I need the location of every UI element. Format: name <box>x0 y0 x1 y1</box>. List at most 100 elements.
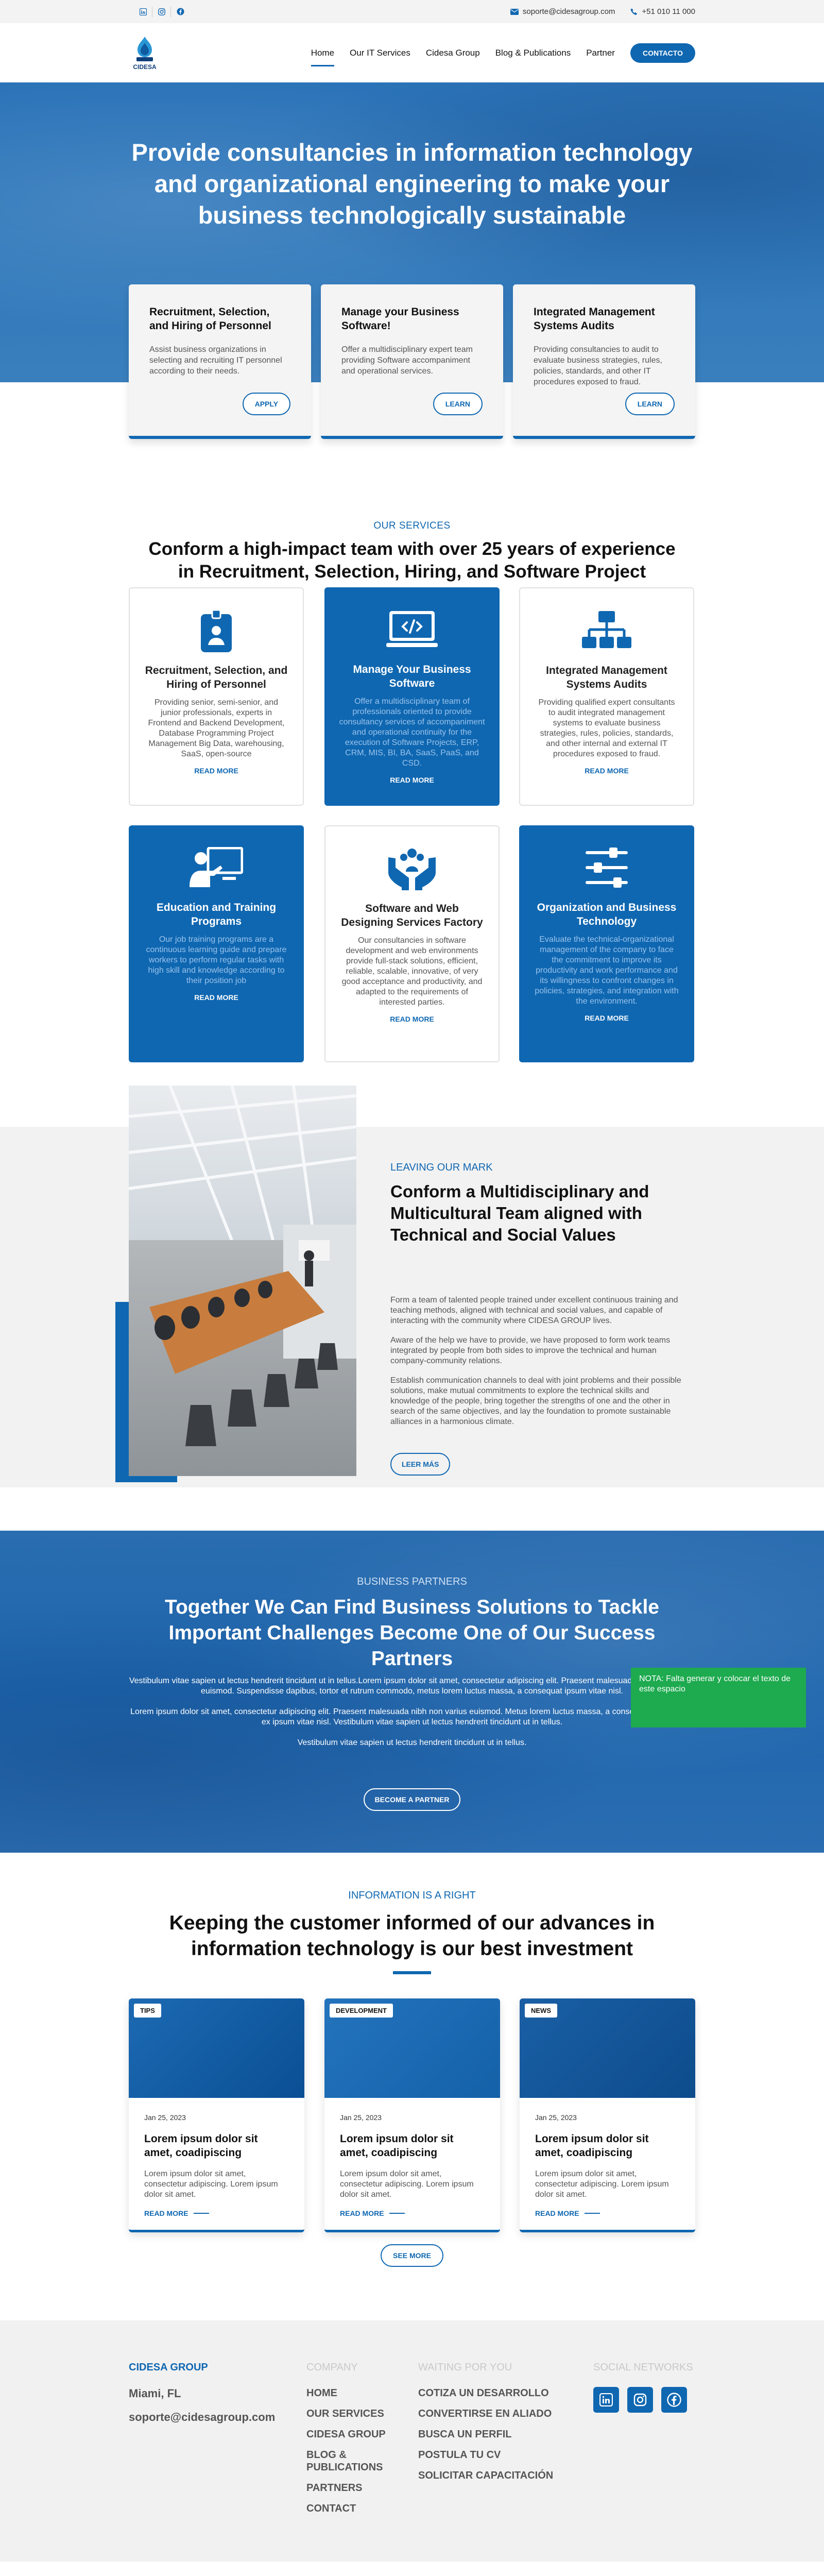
service-title: Education and Training Programs <box>156 902 277 927</box>
read-more-link[interactable]: READ MORE <box>535 767 679 775</box>
tag-badge: DEVELOPMENT <box>330 2004 393 2018</box>
nav-home[interactable]: Home <box>311 48 335 66</box>
email-link[interactable]: soporte@cidesagroup.com <box>510 7 615 16</box>
service-title: Manage Your Business Software <box>353 664 471 689</box>
service-title: Organization and Business Technology <box>537 902 677 927</box>
partners-section: BUSINESS PARTNERS Together We Can Find B… <box>0 1531 824 1853</box>
sliders-icon <box>534 844 680 891</box>
read-more-link[interactable]: READ MORE <box>143 993 289 1002</box>
mark-paragraph: Establish communication channels to deal… <box>390 1376 681 1426</box>
facebook-icon[interactable] <box>171 7 190 17</box>
linkedin-icon[interactable] <box>134 6 152 17</box>
footer-link[interactable]: SOLICITAR CAPACITACIÓN <box>418 2469 553 2482</box>
footer-link[interactable]: HOME <box>306 2387 399 2399</box>
see-more-button[interactable]: SEE MORE <box>381 2244 443 2267</box>
partners-kicker: BUSINESS PARTNERS <box>357 1576 467 1587</box>
post-date: Jan 25, 2023 <box>144 2113 186 2122</box>
post-excerpt: Lorem ipsum dolor sit amet, consectetur … <box>340 2170 474 2199</box>
become-partner-button[interactable]: BECOME A PARTNER <box>363 1788 461 1811</box>
service-text: Offer a multidisciplinary team of profes… <box>339 697 485 768</box>
phone-link[interactable]: +51 010 11 000 <box>630 7 695 16</box>
footer-link[interactable]: BUSCA UN PERFIL <box>418 2428 553 2441</box>
contact-button[interactable]: CONTACTO <box>630 43 695 63</box>
footer-link[interactable]: CIDESA GROUP <box>306 2428 399 2441</box>
footer-link[interactable]: PARTNERS <box>306 2482 399 2494</box>
read-more-link[interactable]: READ MORE <box>340 1015 484 1023</box>
info-kicker: INFORMATION IS A RIGHT <box>348 1890 476 1901</box>
footer-company: COMPANY HOME OUR SERVICES CIDESA GROUP B… <box>306 2362 399 2523</box>
read-more-link[interactable]: READ MORE <box>144 767 288 775</box>
code-monitor-icon <box>339 606 485 653</box>
hero-card-text: Offer a multidisciplinary expert team pr… <box>341 345 473 376</box>
sitemap-icon <box>535 607 679 654</box>
linkedin-icon[interactable] <box>593 2387 619 2413</box>
post-date: Jan 25, 2023 <box>340 2113 382 2122</box>
post-title: Lorem ipsum dolor sit amet, coadipiscing <box>340 2133 454 2159</box>
service-text: Our job training programs are a continuo… <box>146 935 287 985</box>
hero-card-title: Manage your Business Software! <box>341 306 459 332</box>
social-icons <box>593 2387 693 2413</box>
footer-link[interactable]: OUR SERVICES <box>306 2408 399 2420</box>
read-more-link[interactable]: READ MORE <box>535 2209 680 2217</box>
instagram-icon[interactable] <box>152 6 171 17</box>
service-text: Providing senior, semi-senior, and junio… <box>148 698 285 758</box>
footer-link[interactable]: POSTULA TU CV <box>418 2449 553 2461</box>
nav-cidesa-group[interactable]: Cidesa Group <box>426 48 480 58</box>
blog-card[interactable]: NEWS Jan 25, 2023 Lorem ipsum dolor sit … <box>520 1998 695 2232</box>
footer-link[interactable]: CONTACT <box>306 2502 399 2515</box>
post-title: Lorem ipsum dolor sit amet, coadipiscing <box>535 2133 649 2159</box>
site-footer: CIDESA GROUP Miami, FL soporte@cidesagro… <box>0 2320 824 2562</box>
read-more-link[interactable]: READ MORE <box>339 776 485 784</box>
footer-waiting-heading: WAITING POR YOU <box>418 2362 512 2373</box>
nav-partner[interactable]: Partner <box>586 48 615 58</box>
read-more-link[interactable]: READ MORE <box>534 1014 680 1022</box>
partners-paragraph: Vestibulum vitae sapien ut lectus hendre… <box>129 1676 695 1696</box>
read-more-link[interactable]: READ MORE <box>340 2209 485 2217</box>
footer-location: Miami, FL <box>129 2387 181 2400</box>
services-section: OUR SERVICES Conform a high-impact team … <box>0 382 824 1086</box>
facebook-icon[interactable] <box>661 2387 687 2413</box>
service-text: Evaluate the technical-organizational ma… <box>535 935 679 1006</box>
leaving-mark-section: LEAVING OUR MARK Conform a Multidiscipli… <box>0 1086 824 1487</box>
service-title: Recruitment, Selection, and Hiring of Pe… <box>145 665 288 690</box>
post-title: Lorem ipsum dolor sit amet, coadipiscing <box>144 2133 258 2159</box>
service-card: Integrated Management Systems Audits Pro… <box>519 587 694 806</box>
service-text: Providing qualified expert consultants t… <box>538 698 675 758</box>
partners-paragraph: Vestibulum vitae sapien ut lectus hendre… <box>297 1738 527 1747</box>
tag-badge: NEWS <box>525 2004 557 2018</box>
service-card: Education and Training Programs Our job … <box>129 825 304 1062</box>
post-excerpt: Lorem ipsum dolor sit amet, consectetur … <box>535 2170 669 2199</box>
service-card: Recruitment, Selection, and Hiring of Pe… <box>129 587 304 806</box>
footer-link[interactable]: BLOG & PUBLICATIONS <box>306 2449 399 2473</box>
teacher-icon <box>143 844 289 891</box>
service-card: Software and Web Designing Services Fact… <box>324 825 500 1062</box>
line-icon <box>584 2213 600 2214</box>
footer-company-heading: COMPANY <box>306 2362 358 2373</box>
blog-card[interactable]: DEVELOPMENT Jan 25, 2023 Lorem ipsum dol… <box>324 1998 500 2232</box>
service-text: Our consultancies in software developmen… <box>341 936 483 1007</box>
mark-paragraph: Form a team of talented people trained u… <box>390 1296 678 1325</box>
service-title: Integrated Management Systems Audits <box>546 665 667 690</box>
logo[interactable]: CIDESA <box>129 36 161 71</box>
blog-card[interactable]: TIPS Jan 25, 2023 Lorem ipsum dolor sit … <box>129 1998 304 2232</box>
footer-link[interactable]: CONVERTIRSE EN ALIADO <box>418 2408 553 2420</box>
read-more-link[interactable]: READ MORE <box>144 2209 289 2217</box>
footer-email[interactable]: soporte@cidesagroup.com <box>129 2411 275 2424</box>
nav-it-services[interactable]: Our IT Services <box>350 48 410 58</box>
footer-link[interactable]: COTIZA UN DESARROLLO <box>418 2387 553 2399</box>
mark-paragraph: Aware of the help we have to provide, we… <box>390 1336 671 1365</box>
instagram-icon[interactable] <box>627 2387 653 2413</box>
nav-blog[interactable]: Blog & Publications <box>495 48 571 58</box>
hands-people-icon <box>340 845 484 892</box>
partners-paragraph: Lorem ipsum dolor sit amet, consectetur … <box>130 1707 694 1726</box>
top-bar: soporte@cidesagroup.com +51 010 11 000 <box>0 0 824 23</box>
partner-button-wrap: BECOME A PARTNER <box>0 1788 824 1811</box>
note-box: NOTA: Falta generar y colocar el texto d… <box>631 1668 806 1727</box>
hero-card-text: Providing consultancies to audit to eval… <box>534 345 662 386</box>
line-icon <box>389 2213 405 2214</box>
read-more-button[interactable]: LEER MÁS <box>390 1453 451 1476</box>
hero-card-text: Assist business organizations in selecti… <box>149 345 282 376</box>
main-nav: Home Our IT Services Cidesa Group Blog &… <box>311 43 695 66</box>
hero-title: Provide consultancies in information tec… <box>131 139 693 229</box>
